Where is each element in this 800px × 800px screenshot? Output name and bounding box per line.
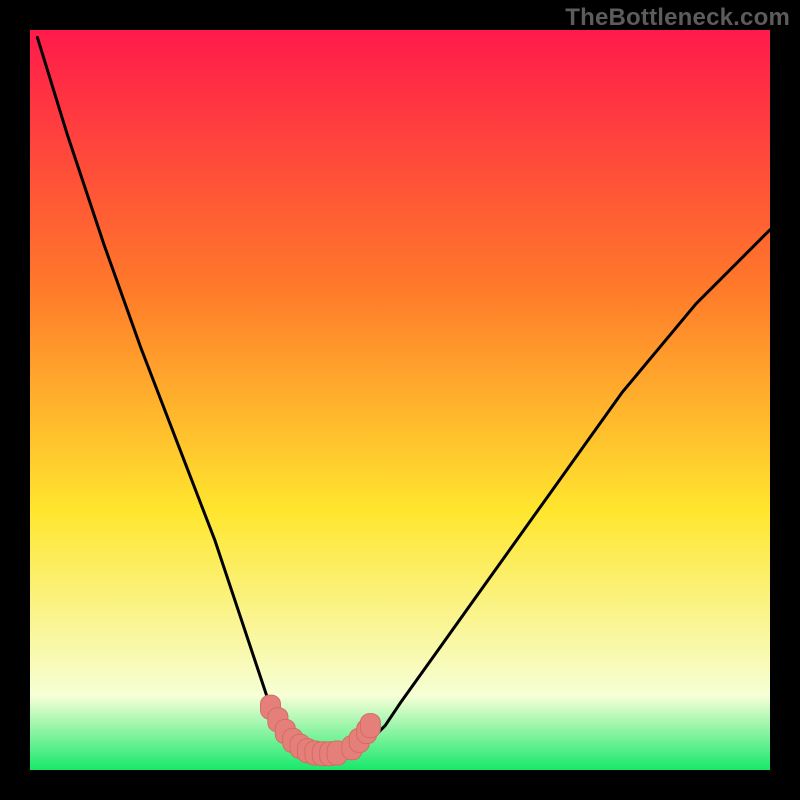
plot-area bbox=[30, 30, 770, 770]
watermark-text: TheBottleneck.com bbox=[565, 4, 790, 32]
bottleneck-chart-svg bbox=[30, 30, 770, 770]
chart-frame: TheBottleneck.com bbox=[0, 0, 800, 800]
gradient-background bbox=[30, 30, 770, 770]
marker-point bbox=[360, 714, 380, 738]
